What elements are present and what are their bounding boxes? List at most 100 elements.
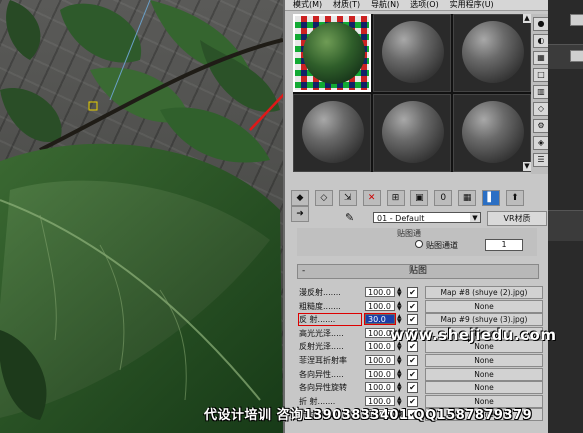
map-label: 反 射.......	[298, 313, 362, 327]
material-type-button[interactable]: VR材质	[487, 211, 547, 226]
spinner-icon[interactable]: ▲ ▼	[397, 382, 403, 393]
map-label: 菲涅耳折射率	[299, 355, 347, 365]
reset-icon[interactable]: ✕	[362, 190, 381, 206]
material-name-text: 01 - Default	[377, 214, 425, 223]
sample-slots	[293, 14, 531, 172]
map-channel-label: 贴图通道	[426, 241, 458, 250]
sample-slot-1[interactable]	[293, 14, 371, 92]
map-label: 各向异性旋转	[299, 383, 347, 393]
map-enable-checkbox[interactable]: ✔	[407, 300, 418, 312]
maps-rollout-title: 贴图	[408, 266, 427, 276]
spinner-icon[interactable]: ▲ ▼	[397, 354, 403, 365]
sample-sphere-icon[interactable]: ●	[533, 17, 549, 31]
material-sphere	[382, 21, 444, 83]
radio-icon	[415, 240, 423, 248]
map-slot-button[interactable]: None	[425, 381, 543, 395]
backlight-icon[interactable]: ◐	[533, 34, 549, 48]
editor-toolbar: ◆ ◇ ⇲ ✕ ⊞ ▣ 0 ▦ ▌ ⬆ ➜	[291, 190, 549, 222]
sample-slot-4[interactable]	[293, 94, 371, 172]
partial-label: 贴图通	[397, 229, 421, 238]
command-panel-block	[548, 210, 583, 241]
map-amount-field[interactable]: 100.0	[365, 382, 395, 393]
map-row-reflect: 反 射....... 30.0 ▲ ▼ ✔ Map #9 (shuye (3).j…	[298, 313, 543, 327]
slots-scroll-down[interactable]: ▼	[523, 162, 531, 171]
map-label: 各向异性.....	[299, 369, 344, 379]
map-enable-checkbox[interactable]: ✔	[407, 382, 418, 394]
map-row-roughness: 粗糙度....... 100.0 ▲ ▼ ✔ None	[299, 299, 543, 314]
material-sphere	[302, 101, 364, 163]
material-id-icon[interactable]: 0	[434, 190, 453, 206]
menu-item-utilities[interactable]: 实用程序(U)	[450, 0, 494, 9]
menu-item-mode[interactable]: 模式(M)	[293, 0, 322, 9]
video-color-icon[interactable]: ▥	[533, 85, 549, 99]
make-preview-icon[interactable]: ◇	[533, 102, 549, 116]
panel-icon[interactable]	[570, 14, 583, 26]
viewport-3d[interactable]	[0, 0, 283, 433]
map-slot-button[interactable]: Map #9 (shuye (3).jpg)	[425, 313, 543, 327]
go-parent-icon[interactable]: ⬆	[505, 190, 524, 206]
map-amount-field[interactable]: 100.0	[365, 300, 395, 311]
map-label: 反射光泽.....	[299, 342, 344, 352]
leaf-material-sphere	[303, 22, 365, 84]
map-enable-checkbox[interactable]: ✔	[407, 287, 418, 298]
map-slot-button[interactable]: None	[425, 299, 543, 313]
material-sphere	[462, 21, 524, 83]
map-amount-field[interactable]: 100.0	[365, 368, 395, 379]
spinner-icon[interactable]: ▲ ▼	[397, 368, 403, 379]
sample-uv-icon[interactable]: □	[533, 68, 549, 82]
side-toolbar: ● ◐ ▦ □ ▥ ◇ ⚙ ◈ ☰	[531, 14, 549, 174]
map-slot-button[interactable]: None	[425, 353, 543, 367]
chevron-down-icon[interactable]: ▼	[470, 213, 480, 222]
show-end-icon[interactable]: ▌	[482, 190, 500, 206]
spinner-icon[interactable]: ▲ ▼	[397, 314, 403, 325]
panel-icon[interactable]	[570, 50, 583, 62]
map-enable-checkbox[interactable]: ✔	[407, 368, 418, 380]
material-navigator-icon[interactable]: ☰	[533, 153, 549, 167]
checker-bg-icon[interactable]: ▦	[533, 51, 549, 65]
material-sphere	[382, 101, 444, 163]
watermark: www.shejiedu.com	[390, 326, 557, 344]
sample-slot-6[interactable]	[453, 94, 531, 172]
map-label: 粗糙度.......	[299, 301, 341, 311]
get-material-icon[interactable]: ◆	[291, 190, 309, 206]
menu-bar: 模式(M) 材质(T) 导航(N) 选项(O) 实用程序(U)	[285, 0, 550, 11]
sample-slot-3[interactable]	[453, 14, 531, 92]
menu-item-material[interactable]: 材质(T)	[333, 0, 360, 9]
sample-slot-5[interactable]	[373, 94, 451, 172]
material-editor-panel: 模式(M) 材质(T) 导航(N) 选项(O) 实用程序(U) ▲ ▼ ● ◐ …	[283, 0, 550, 433]
leaf-render	[0, 0, 283, 433]
show-map-icon[interactable]: ▦	[458, 190, 477, 206]
put-to-library-icon[interactable]: ▣	[410, 190, 429, 206]
map-channel-radio[interactable]: 贴图通道	[415, 240, 458, 251]
eyedropper-icon[interactable]: ✎	[345, 211, 354, 225]
map-amount-field[interactable]: 30.0	[364, 313, 396, 326]
command-panel-edge	[548, 0, 583, 433]
sample-slot-2[interactable]	[373, 14, 451, 92]
map-row-anisotropy: 各向异性..... 100.0 ▲ ▼ ✔ None	[299, 367, 543, 382]
collapse-icon: -	[302, 266, 306, 276]
map-enable-checkbox[interactable]: ✔	[407, 354, 418, 366]
make-unique-icon[interactable]: ⊞	[386, 190, 405, 206]
assign-icon[interactable]: ⇲	[338, 190, 357, 206]
map-channel-spinner[interactable]: 1	[485, 239, 523, 251]
put-to-scene-icon[interactable]: ◇	[314, 190, 333, 206]
map-label: 漫反射.......	[299, 288, 341, 297]
options-icon[interactable]: ⚙	[533, 119, 549, 133]
map-enable-checkbox[interactable]: ✔	[407, 314, 418, 326]
footer-advert: 代设计培训 咨询13903833401 QQ1587879379	[204, 408, 533, 423]
map-slot-button[interactable]: Map #8 (shuye (2).jpg)	[425, 286, 543, 299]
maps-rollout-header[interactable]: - 贴图	[297, 264, 539, 279]
spinner-icon[interactable]: ▲ ▼	[397, 300, 403, 311]
material-name-row: ✎ 01 - Default ▼ VR材质	[291, 211, 549, 226]
map-row-aniso-rotation: 各向异性旋转 100.0 ▲ ▼ ✔ None	[299, 381, 543, 395]
map-amount-field[interactable]: 100.0	[365, 287, 395, 297]
map-slot-button[interactable]: None	[425, 367, 543, 381]
map-label: 高光光泽.....	[299, 328, 344, 338]
select-by-material-icon[interactable]: ◈	[533, 136, 549, 150]
menu-item-options[interactable]: 选项(O)	[410, 0, 439, 9]
material-name-field[interactable]: 01 - Default ▼	[373, 212, 481, 223]
slots-scroll-up[interactable]: ▲	[523, 14, 531, 23]
spinner-icon[interactable]: ▲ ▼	[397, 287, 403, 298]
menu-item-navigation[interactable]: 导航(N)	[371, 0, 399, 9]
map-amount-field[interactable]: 100.0	[365, 354, 395, 365]
